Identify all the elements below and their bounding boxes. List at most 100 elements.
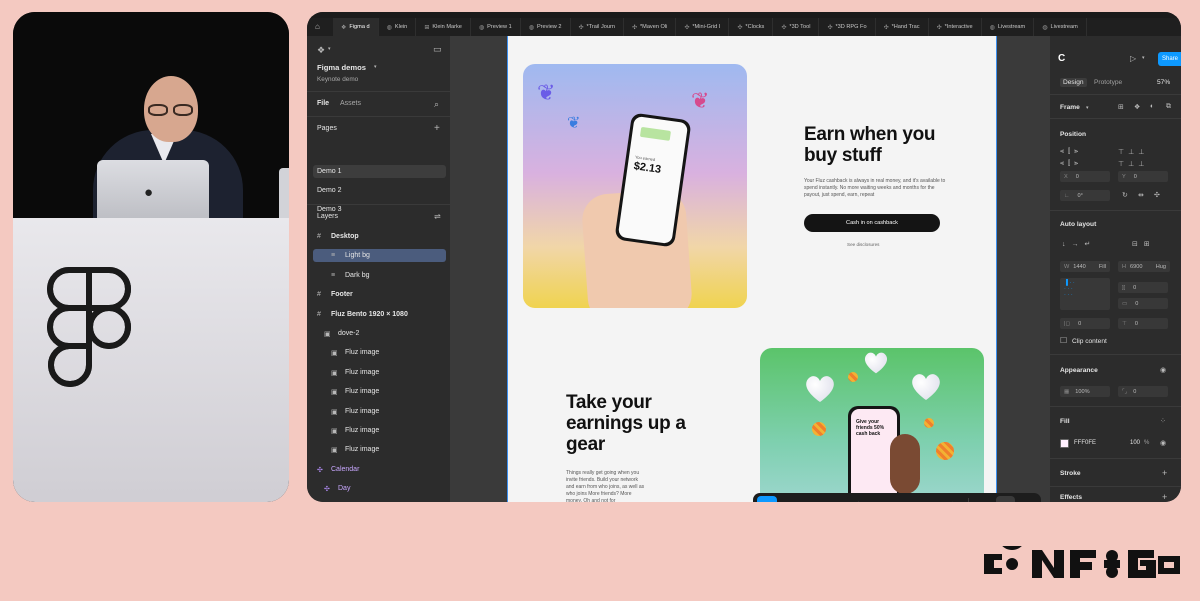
frame-tool[interactable]: #: [788, 496, 808, 503]
rotation-input[interactable]: ∟ 0°: [1060, 190, 1110, 201]
chevron-down-icon[interactable]: ▾: [810, 496, 817, 502]
layer-item[interactable]: Fluz Bento 1920 × 1080: [331, 311, 408, 318]
referral-image-card[interactable]: Give your friends 50% cash back: [760, 348, 984, 502]
tab-10[interactable]: ✣ *3D RPG Fo: [819, 18, 876, 36]
search-icon[interactable]: ⌕: [434, 99, 439, 110]
flip-horizontal-icon[interactable]: ⇹: [1138, 191, 1144, 199]
chevron-down-icon[interactable]: ▾: [328, 46, 331, 52]
checkbox[interactable]: ☐: [1060, 336, 1067, 345]
text-tool[interactable]: T: [881, 496, 901, 503]
dev-mode[interactable]: </>: [1017, 496, 1037, 503]
disclosure-link[interactable]: See disclosures: [847, 242, 879, 247]
tab-1[interactable]: ◍ Klein: [379, 18, 417, 36]
page-item[interactable]: Demo 1: [317, 168, 342, 175]
file-name[interactable]: Figma demos: [317, 63, 366, 72]
opacity-input[interactable]: ▦ 100%: [1060, 386, 1110, 397]
align-horizontal-icon[interactable]: ⫷⫿⫸: [1060, 148, 1082, 156]
distribute-icon[interactable]: ⫷⫿⫸: [1060, 160, 1082, 168]
rotate-icon[interactable]: ↻: [1122, 191, 1128, 199]
tab-13[interactable]: ◍ Livestream: [982, 18, 1035, 36]
layer-item[interactable]: Day: [338, 485, 350, 492]
tab-prototype[interactable]: Prototype: [1094, 79, 1122, 86]
tab-assets[interactable]: Assets: [340, 100, 361, 107]
layer-item[interactable]: Footer: [331, 291, 353, 298]
chevron-down-icon[interactable]: ▾: [903, 496, 910, 502]
tab-6[interactable]: ✣ *Maven Oli: [624, 18, 677, 36]
add-page-icon[interactable]: +: [434, 123, 440, 134]
home-icon[interactable]: ⌂: [315, 22, 320, 31]
flip-vertical-icon[interactable]: ✣: [1154, 191, 1160, 199]
second-body[interactable]: Things really get going when you invite …: [566, 470, 646, 502]
layer-item[interactable]: Desktop: [331, 233, 359, 240]
fill-opacity[interactable]: 100: [1130, 440, 1140, 446]
tab-11[interactable]: ✣ *Hand Trac: [876, 18, 929, 36]
rectangle-tool[interactable]: ▢: [819, 496, 839, 503]
chevron-down-icon[interactable]: ▾: [1142, 55, 1145, 61]
desktop-frame[interactable]: ❦ ❦ ❦ You earned $2.13 Earn when you buy…: [507, 36, 997, 502]
tab-file[interactable]: File: [317, 100, 329, 107]
second-title[interactable]: Take your earnings up a gear: [566, 392, 706, 455]
tab-3[interactable]: ◍ Preview 1: [471, 18, 521, 36]
layer-item[interactable]: Light bg: [345, 252, 370, 259]
gap-input[interactable]: ][0: [1118, 282, 1168, 293]
tab-7[interactable]: ✣ *Mini-Grid I: [676, 18, 730, 36]
layer-item[interactable]: Fluz image: [345, 349, 379, 356]
cta-button[interactable]: Cash in on cashback: [804, 214, 940, 232]
tab-2[interactable]: ⊞ Klein Marke: [416, 18, 471, 36]
layer-item[interactable]: Fluz image: [345, 369, 379, 376]
layer-item[interactable]: Fluz image: [345, 408, 379, 415]
padding-input[interactable]: ▭ 0: [1118, 298, 1168, 309]
chevron-down-icon[interactable]: ▾: [934, 496, 941, 502]
x-input[interactable]: X0: [1060, 171, 1110, 182]
alignment-grid[interactable]: ▐ · · · · · · · ·: [1060, 278, 1110, 310]
present-icon[interactable]: ▷: [1130, 54, 1136, 63]
layers-options-icon[interactable]: ⇌: [434, 212, 441, 221]
sidebar-toggle-icon[interactable]: ▭: [433, 44, 442, 55]
height-input[interactable]: H 6900 Hug: [1118, 261, 1170, 272]
add-effect-icon[interactable]: +: [1162, 492, 1167, 502]
figma-menu-icon[interactable]: ❖: [317, 45, 325, 56]
design-canvas[interactable]: ❦ ❦ ❦ You earned $2.13 Earn when you buy…: [451, 36, 1049, 502]
distribute-vertical-icon[interactable]: ⊤⊥⊥: [1118, 160, 1148, 168]
tab-design[interactable]: Design: [1060, 78, 1087, 87]
pen-tool[interactable]: ✎: [850, 496, 870, 503]
effects-title[interactable]: Effects: [1060, 494, 1082, 501]
chevron-down-icon[interactable]: ▾: [872, 496, 879, 502]
hero-body[interactable]: Your Fluz cashback is always in real mon…: [804, 178, 949, 199]
actions-tool[interactable]: ✧: [943, 496, 963, 503]
component-icon[interactable]: ❖: [1134, 103, 1140, 111]
padding-vertical-input[interactable]: ⊤ 0: [1118, 318, 1168, 329]
comment-tool[interactable]: ◌: [912, 496, 932, 503]
layer-item[interactable]: Fluz image: [345, 427, 379, 434]
mask-icon[interactable]: ◐: [1150, 103, 1154, 110]
tab-4[interactable]: ◍ Preview 2: [521, 18, 571, 36]
tab-0[interactable]: ❖ Figma d: [333, 18, 379, 36]
layer-item[interactable]: Fluz image: [345, 388, 379, 395]
hero-title[interactable]: Earn when you buy stuff: [804, 124, 964, 166]
tab-14[interactable]: ◍ Livestream: [1034, 18, 1087, 36]
tab-9[interactable]: ✣ *3D Tool: [773, 18, 820, 36]
share-button[interactable]: Share: [1158, 52, 1181, 66]
tab-5[interactable]: ✣ *Trail Journ: [571, 18, 624, 36]
y-input[interactable]: Y0: [1118, 171, 1168, 182]
design-mode[interactable]: ◧: [995, 496, 1016, 502]
wrap-icon[interactable]: ⊟⊞: [1132, 240, 1156, 248]
avatar-icon[interactable]: C: [1058, 53, 1065, 64]
chevron-down-icon[interactable]: ▾: [1086, 105, 1089, 111]
chevron-down-icon[interactable]: ▾: [841, 496, 848, 502]
padding-horizontal-input[interactable]: |◻ 0: [1060, 318, 1110, 329]
align-vertical-icon[interactable]: ⊤⊥⊥: [1118, 148, 1148, 156]
page-item[interactable]: Demo 3: [317, 206, 342, 213]
eye-icon[interactable]: ◉: [1160, 439, 1166, 447]
stroke-title[interactable]: Stroke: [1060, 470, 1081, 477]
draw-mode[interactable]: ✐: [974, 496, 994, 503]
eye-icon[interactable]: ◉: [1160, 366, 1166, 374]
boolean-icon[interactable]: ⧉: [1166, 103, 1171, 111]
corner-radius-input[interactable]: ⌜⌟ 0: [1118, 386, 1168, 397]
fill-color-swatch[interactable]: [1060, 439, 1069, 448]
styles-icon[interactable]: ⁘: [1160, 417, 1166, 425]
hero-image-card[interactable]: ❦ ❦ ❦ You earned $2.13: [523, 64, 747, 308]
zoom-level[interactable]: 57%: [1157, 79, 1170, 86]
chevron-down-icon[interactable]: ▾: [779, 496, 786, 502]
tab-12[interactable]: ✣ *Interactive: [929, 18, 982, 36]
